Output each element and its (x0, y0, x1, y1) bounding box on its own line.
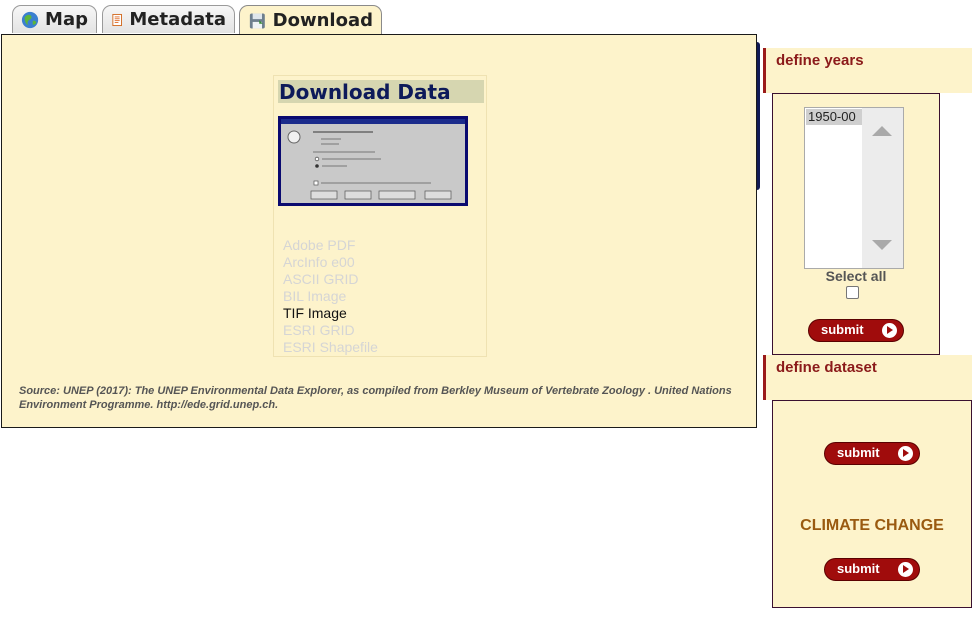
define-dataset-header: define dataset (763, 355, 972, 400)
dataset-submit-label: submit (837, 445, 880, 460)
dataset-category-label[interactable]: CLIMATE CHANGE (773, 517, 971, 535)
category-submit-label: submit (837, 561, 880, 576)
years-submit-button[interactable]: submit (808, 319, 904, 342)
define-years-title: define years (776, 52, 864, 69)
listbox-scrollbar[interactable] (862, 108, 903, 268)
format-option-adobe-pdf[interactable]: Adobe PDF (283, 237, 355, 253)
tab-map[interactable]: Map (12, 5, 97, 33)
define-years-header: define years (763, 48, 972, 93)
play-arrow-icon (898, 446, 913, 461)
scroll-down-icon[interactable] (872, 240, 892, 250)
dataset-submit-button[interactable]: submit (824, 442, 920, 465)
tab-download[interactable]: Download (239, 5, 382, 35)
format-option-bil-image[interactable]: BIL Image (283, 288, 346, 304)
download-box: Download Data Adobe PDF ArcInfo e00 ASCI… (273, 75, 487, 357)
dataset-box: submit CLIMATE CHANGE submit (772, 400, 972, 608)
define-dataset-title: define dataset (776, 359, 877, 376)
panel-edge-accent (757, 42, 760, 190)
download-panel: Download Data Adobe PDF ArcInfo e00 ASCI… (1, 34, 757, 428)
tab-download-label: Download (272, 10, 373, 31)
years-listbox[interactable]: 1950-00 (804, 107, 904, 269)
years-box: 1950-00 Select all submit (772, 93, 940, 355)
disk-icon (249, 13, 265, 28)
year-option[interactable]: 1950-00 (806, 109, 862, 125)
format-option-ascii-grid[interactable]: ASCII GRID (283, 271, 358, 287)
select-all-label: Select all (825, 268, 887, 284)
tab-metadata[interactable]: Metadata (102, 5, 235, 33)
select-all-checkbox[interactable] (846, 286, 859, 299)
play-arrow-icon (882, 323, 897, 338)
file-download-screenshot-image (278, 116, 468, 206)
format-option-esri-shapefile[interactable]: ESRI Shapefile (283, 339, 378, 355)
download-title: Download Data (278, 80, 484, 104)
format-option-tif-image[interactable]: TIF Image (283, 305, 347, 321)
play-arrow-icon (898, 562, 913, 577)
category-submit-button[interactable]: submit (824, 558, 920, 581)
tab-map-label: Map (45, 9, 88, 30)
years-submit-label: submit (821, 322, 864, 337)
tab-metadata-label: Metadata (129, 9, 226, 30)
format-option-esri-grid[interactable]: ESRI GRID (283, 322, 355, 338)
scroll-up-icon[interactable] (872, 126, 892, 136)
format-option-arcinfo-e00[interactable]: ArcInfo e00 (283, 254, 355, 270)
globe-icon (21, 11, 39, 28)
source-citation: Source: UNEP (2017): The UNEP Environmen… (19, 385, 732, 411)
document-icon (112, 13, 122, 26)
